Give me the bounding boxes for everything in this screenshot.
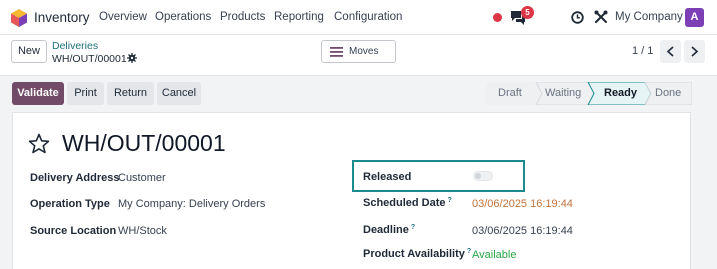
scheduled-date-value[interactable]: 03/06/2025 16:19:44 (472, 198, 573, 210)
menu-configuration[interactable]: Configuration (334, 11, 402, 23)
source-location-label: Source Location (30, 225, 117, 237)
inventory-app-icon[interactable] (11, 9, 27, 27)
help-icon[interactable]: ? (467, 248, 471, 255)
menu-products[interactable]: Products (220, 11, 265, 23)
gear-icon[interactable] (127, 53, 137, 63)
delivery-address-label: Delivery Address (30, 172, 120, 184)
help-icon[interactable]: ? (411, 224, 415, 231)
app-name[interactable]: Inventory (34, 10, 90, 25)
product-availability-label: Product Availability? (363, 248, 472, 260)
print-button[interactable]: Print (67, 82, 104, 105)
chevron-left-icon (666, 46, 674, 57)
validate-button[interactable]: Validate (12, 82, 64, 105)
operation-type-label: Operation Type (30, 198, 110, 210)
breadcrumb-current: WH/OUT/00001 (52, 53, 127, 65)
moves-label: Moves (349, 46, 379, 57)
star-icon[interactable] (28, 133, 50, 154)
stage-waiting[interactable]: Waiting (545, 82, 581, 105)
menu-overview[interactable]: Overview (99, 11, 147, 23)
stage-ready[interactable]: Ready (604, 82, 637, 105)
product-availability-value: Available (472, 249, 517, 261)
operation-type-value[interactable]: My Company: Delivery Orders (118, 198, 265, 210)
record-activity-dot[interactable] (493, 13, 502, 22)
toggle-knob (475, 173, 481, 179)
released-label: Released (363, 171, 412, 183)
cancel-button[interactable]: Cancel (157, 82, 201, 105)
new-button[interactable]: New (11, 40, 47, 63)
list-icon (330, 47, 343, 57)
pager-previous-button[interactable] (660, 40, 681, 63)
control-panel: New Deliveries WH/OUT/00001 Moves 1 / 1 (0, 35, 717, 76)
deadline-value[interactable]: 03/06/2025 16:19:44 (472, 225, 573, 237)
tools-icon[interactable] (594, 10, 608, 24)
delivery-address-value[interactable]: Customer (118, 172, 166, 184)
pager-value[interactable]: 1 / 1 (632, 45, 653, 57)
deadline-label: Deadline? (363, 224, 416, 236)
user-avatar[interactable]: A (685, 8, 704, 27)
top-navbar: Inventory Overview Operations Products R… (0, 0, 717, 35)
breadcrumb-deliveries[interactable]: Deliveries (52, 40, 98, 52)
moves-button[interactable]: Moves (321, 40, 396, 63)
company-switcher[interactable]: My Company (615, 11, 683, 23)
record-title[interactable]: WH/OUT/00001 (62, 130, 226, 157)
clock-icon[interactable] (571, 11, 584, 24)
stage-done[interactable]: Done (655, 82, 681, 105)
released-toggle[interactable] (473, 171, 493, 181)
menu-reporting[interactable]: Reporting (274, 11, 324, 23)
stage-draft[interactable]: Draft (498, 82, 522, 105)
return-button[interactable]: Return (107, 82, 154, 105)
source-location-value[interactable]: WH/Stock (118, 225, 167, 237)
pager-next-button[interactable] (684, 40, 705, 63)
scheduled-date-label: Scheduled Date? (363, 197, 452, 209)
chat-badge: 5 (521, 6, 534, 19)
chevron-right-icon (691, 46, 699, 57)
help-icon[interactable]: ? (448, 197, 452, 204)
menu-operations[interactable]: Operations (155, 11, 211, 23)
